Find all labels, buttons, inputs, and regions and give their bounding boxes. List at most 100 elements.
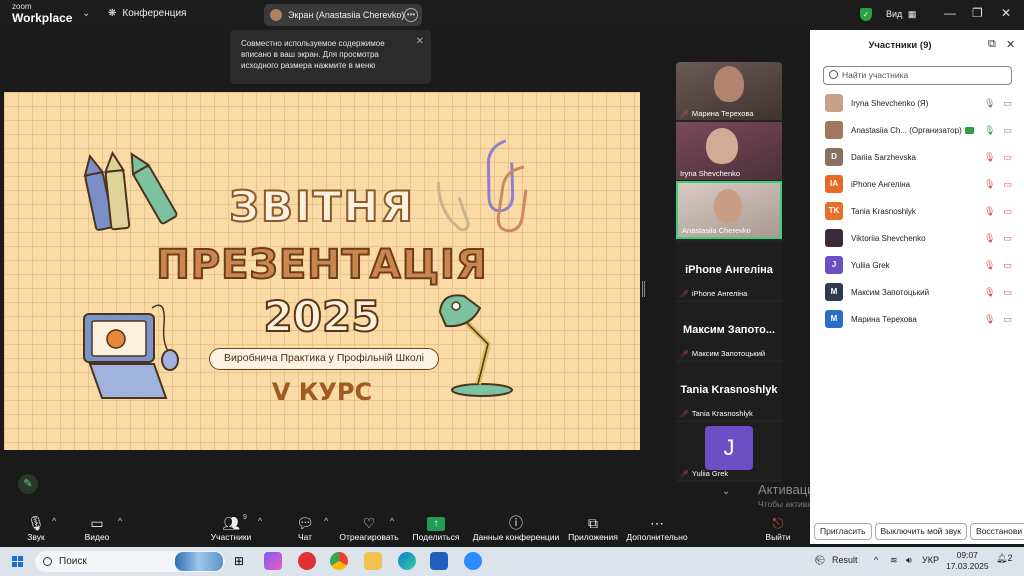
chevron-up-icon[interactable]: ^ <box>390 516 394 526</box>
leave-button[interactable]: ⎋ Выйти <box>764 515 792 542</box>
grid-icon: ▦ <box>907 9 917 19</box>
tile-name-label: 🎤︎ Марина Терехова <box>680 109 754 118</box>
paw-icon: ❋ <box>108 8 117 19</box>
word-icon[interactable] <box>430 552 448 570</box>
pop-out-icon[interactable]: ⧉ <box>988 38 996 51</box>
share-button[interactable]: ↑ Поделиться <box>410 515 462 542</box>
chevron-up-icon[interactable]: ^ <box>324 516 328 526</box>
participant-status: 🎙︎ ▭ <box>984 125 1012 136</box>
video-button[interactable]: ▭ Видео <box>82 515 112 542</box>
logo-zoom-text: zoom <box>12 2 32 11</box>
close-icon[interactable]: ✕ <box>416 36 424 47</box>
video-tile[interactable]: 🎤︎ Марина Терехова <box>676 62 782 120</box>
slide-title-line-1: ЗВІТНЯ <box>228 181 415 232</box>
zoom-logo: zoom Workplace <box>12 2 72 25</box>
result-label[interactable]: Result <box>832 555 858 565</box>
participant-row[interactable]: D Dariia Sarzhevska 🎙︎ ▭ <box>810 144 1024 171</box>
camera-icon: ▭ <box>1003 314 1012 324</box>
security-shield-icon[interactable]: ✓ <box>860 8 872 21</box>
participant-status: 🎙︎ ▭ <box>984 260 1012 271</box>
avatar <box>270 9 282 21</box>
video-tile[interactable]: Tania Krasnoshlyk 🎤︎ Tania Krasnoshlyk <box>676 362 782 420</box>
camera-icon: ▭ <box>90 515 104 531</box>
notification-icon[interactable]: 🔔︎2 <box>996 553 1014 569</box>
participants-button[interactable]: 👥︎ Участники <box>208 515 254 542</box>
close-window-button[interactable]: ✕ <box>1001 6 1011 20</box>
chrome-icon[interactable] <box>330 552 348 570</box>
video-tile[interactable]: Iryna Shevchenko <box>676 122 782 180</box>
minimize-button[interactable]: — <box>944 6 956 20</box>
mic-off-icon: 🎙︎ <box>984 206 996 216</box>
volume-icon[interactable]: 🔊︎ <box>906 555 912 566</box>
participant-row[interactable]: Anastasiia Ch... (Организатор) 🎙︎ ▭ <box>810 117 1024 144</box>
participant-row[interactable]: Iryna Shevchenko (Я) 🎙︎ ▭ <box>810 90 1024 117</box>
language-indicator[interactable]: УКР <box>922 555 939 565</box>
invite-button[interactable]: Пригласить <box>814 523 872 540</box>
apps-button[interactable]: ⧉ Приложения <box>566 515 620 542</box>
chevron-up-icon[interactable]: ^ <box>258 516 262 526</box>
participant-row[interactable]: TK Tania Krasnoshlyk 🎙︎ ▭ <box>810 198 1024 225</box>
video-tile[interactable]: J 🎤︎ Yuliia Grek <box>676 422 782 480</box>
avatar <box>825 121 843 139</box>
camera-icon: ▭ <box>1003 98 1012 108</box>
zoom-taskbar-icon[interactable] <box>464 552 482 570</box>
taskbar-search[interactable]: Поиск <box>35 551 225 572</box>
resize-handle[interactable] <box>642 281 645 297</box>
share-screen-pill[interactable]: Экран (Anastasiia Cherevko) ••• <box>264 4 422 26</box>
participant-row[interactable]: Viktoriia Shevchenko 🎙︎ ▭ <box>810 225 1024 252</box>
chevron-down-icon[interactable]: ⌄ <box>82 8 90 19</box>
view-button[interactable]: Вид ▦ <box>886 9 916 20</box>
wifi-icon[interactable]: ≋ <box>890 555 898 566</box>
file-explorer-icon[interactable] <box>364 552 382 570</box>
camera-off-icon: ▭ <box>1003 206 1012 216</box>
more-button[interactable]: ⋯ Дополнительно <box>626 515 688 542</box>
video-tile[interactable]: iPhone Ангеліна 🎤︎ iPhone Ангеліна <box>676 242 782 300</box>
clock[interactable]: 09:07 17.03.2025 <box>946 550 989 572</box>
participants-panel: Участники (9) ⧉ ✕ Найти участника Iryna … <box>810 30 1024 544</box>
camera-off-icon: ▭ <box>1003 260 1012 270</box>
mic-off-icon: 🎤︎ <box>680 470 689 478</box>
meeting-info-button[interactable]: ❋ Конференция <box>108 8 186 19</box>
restore-button[interactable]: ❐ <box>972 6 983 20</box>
chevron-up-icon[interactable]: ^ <box>874 555 878 565</box>
participant-row[interactable]: J Yuliia Grek 🎙︎ ▭ <box>810 252 1024 279</box>
copilot-icon[interactable] <box>264 552 282 570</box>
more-icon[interactable]: ••• <box>404 8 418 22</box>
chevron-up-icon[interactable]: ^ <box>118 516 122 526</box>
leave-icon: ⎋ <box>772 515 784 531</box>
participants-count: 9 <box>243 514 247 521</box>
participant-name: Dariia Sarzhevska <box>851 153 916 162</box>
audio-button[interactable]: 🎙︎ Звук <box>22 515 50 542</box>
chevron-up-icon[interactable]: ^ <box>52 516 56 526</box>
more-label: Дополнительно <box>626 532 688 542</box>
participant-video <box>714 189 742 223</box>
chevron-down-icon[interactable]: ⌄ <box>722 486 730 497</box>
edge-icon[interactable] <box>398 552 416 570</box>
participant-video <box>714 66 744 102</box>
participant-status: 🎙︎ ▭ <box>984 314 1012 325</box>
tooltip-text: Совместно используемое содержимое вписан… <box>241 39 385 70</box>
meeting-info-button[interactable]: ⓘ Данные конференции <box>472 515 560 542</box>
close-icon[interactable]: ✕ <box>1006 38 1015 51</box>
windows-start-icon[interactable] <box>12 556 23 567</box>
annotate-pencil-icon[interactable]: ✎ <box>18 474 38 494</box>
participant-row[interactable]: IA iPhone Ангеліна 🎙︎ ▭ <box>810 171 1024 198</box>
opera-icon[interactable] <box>298 552 316 570</box>
chat-button[interactable]: 💬︎ Чат <box>292 515 318 542</box>
participant-row[interactable]: M Марина Терехова 🎙︎ ▭ <box>810 306 1024 333</box>
video-tile-active-speaker[interactable]: Anastasiia Cherevko <box>676 181 782 239</box>
mute-me-button[interactable]: Выключить мой звук <box>874 523 967 540</box>
mic-off-icon: 🎙︎ <box>984 233 996 243</box>
nba-icon[interactable]: 🏀︎ <box>814 555 825 566</box>
restore-button[interactable]: Восстанови <box>970 523 1024 540</box>
share-label: Поделиться <box>412 532 460 542</box>
participant-row[interactable]: M Максим Запотоцький 🎙︎ ▭ <box>810 279 1024 306</box>
participant-name: iPhone Ангеліна <box>851 180 911 189</box>
avatar: D <box>825 148 843 166</box>
participant-video <box>706 128 738 164</box>
participant-search-input[interactable]: Найти участника <box>823 66 1012 85</box>
video-tile[interactable]: Максим Запото... 🎤︎ Максим Запотоцький <box>676 302 782 360</box>
participant-status: 🎙︎ ▭ <box>984 152 1012 163</box>
panel-title: Участники (9) <box>868 40 932 51</box>
task-view-icon[interactable]: ⊞ <box>230 552 248 570</box>
